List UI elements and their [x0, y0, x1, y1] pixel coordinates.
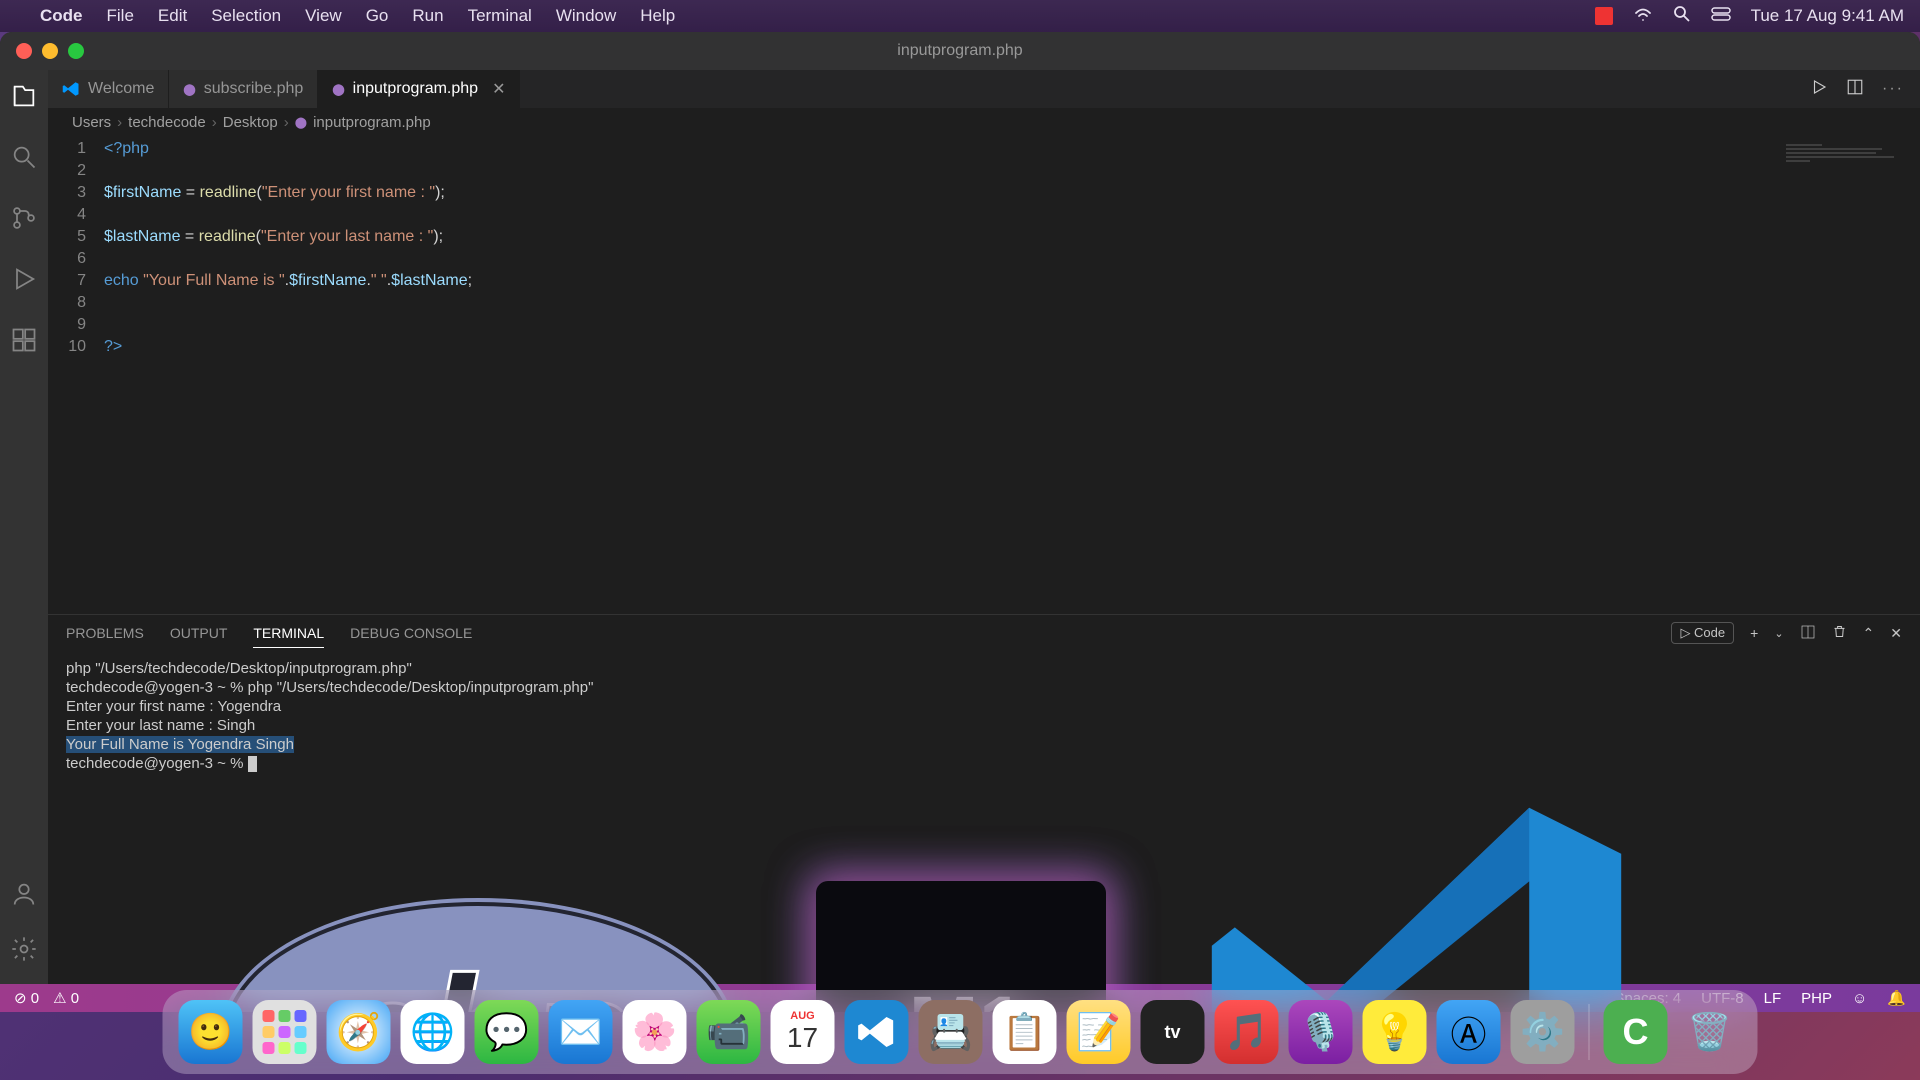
menu-terminal[interactable]: Terminal — [468, 6, 532, 26]
search-icon[interactable] — [10, 143, 38, 176]
menu-file[interactable]: File — [107, 6, 134, 26]
source-control-icon[interactable] — [10, 204, 38, 237]
accounts-icon[interactable] — [10, 880, 38, 913]
new-terminal-icon[interactable]: + — [1750, 625, 1758, 641]
code-content[interactable]: <?php $firstName = readline("Enter your … — [104, 136, 1920, 614]
run-debug-icon[interactable] — [10, 265, 38, 298]
php-file-icon: ⬤ — [332, 83, 344, 96]
dock-finder[interactable]: 🙂 — [179, 1000, 243, 1064]
more-actions-icon[interactable]: ··· — [1882, 80, 1904, 98]
terminal-output[interactable]: php "/Users/techdecode/Desktop/inputprog… — [48, 651, 1920, 984]
dock-settings[interactable]: ⚙️ — [1511, 1000, 1575, 1064]
vscode-icon — [62, 80, 80, 98]
menu-run[interactable]: Run — [412, 6, 443, 26]
extensions-icon[interactable] — [10, 326, 38, 359]
vscode-window: inputprogram.php Welcome ⬤ — [0, 32, 1920, 1012]
tab-welcome[interactable]: Welcome — [48, 70, 169, 108]
window-titlebar: inputprogram.php — [0, 32, 1920, 70]
dock-launchpad[interactable] — [253, 1000, 317, 1064]
breadcrumb-segment[interactable]: Users — [72, 114, 111, 131]
macos-dock: 🙂 🧭 🌐 💬 ✉️ 🌸 📹 AUG17 📇 📋 📝 tv 🎵 🎙️ 💡 Ⓐ ⚙… — [163, 990, 1758, 1074]
maximize-window-button[interactable] — [68, 43, 84, 59]
menu-help[interactable]: Help — [640, 6, 675, 26]
split-terminal-icon[interactable] — [1800, 624, 1816, 643]
terminal-launcher[interactable]: ▷ Code — [1671, 622, 1734, 644]
status-eol[interactable]: LF — [1764, 990, 1782, 1007]
dock-mail[interactable]: ✉️ — [549, 1000, 613, 1064]
menu-app[interactable]: Code — [40, 6, 83, 26]
macos-menubar: Code File Edit Selection View Go Run Ter… — [0, 0, 1920, 32]
minimize-window-button[interactable] — [42, 43, 58, 59]
menu-selection[interactable]: Selection — [211, 6, 281, 26]
menu-go[interactable]: Go — [366, 6, 389, 26]
status-errors[interactable]: ⊘ 0 — [14, 989, 39, 1007]
dock-reminders[interactable]: 📋 — [993, 1000, 1057, 1064]
close-window-button[interactable] — [16, 43, 32, 59]
dock-safari[interactable]: 🧭 — [327, 1000, 391, 1064]
breadcrumb-segment[interactable]: Desktop — [223, 114, 278, 131]
window-title: inputprogram.php — [897, 42, 1022, 60]
bottom-panel: PROBLEMS OUTPUT TERMINAL DEBUG CONSOLE ▷… — [48, 614, 1920, 984]
menu-view[interactable]: View — [305, 6, 342, 26]
dock-photos[interactable]: 🌸 — [623, 1000, 687, 1064]
status-feedback-icon[interactable]: ☺ — [1852, 990, 1867, 1007]
dock-podcasts[interactable]: 🎙️ — [1289, 1000, 1353, 1064]
run-file-icon[interactable] — [1810, 78, 1828, 101]
dock-appstore[interactable]: Ⓐ — [1437, 1000, 1501, 1064]
menu-edit[interactable]: Edit — [158, 6, 187, 26]
close-panel-icon[interactable]: ✕ — [1890, 625, 1902, 642]
breadcrumb-segment[interactable]: techdecode — [128, 114, 206, 131]
control-center-icon[interactable] — [1711, 6, 1731, 26]
dock-facetime[interactable]: 📹 — [697, 1000, 761, 1064]
terminal-dropdown-icon[interactable]: ⌄ — [1774, 627, 1783, 640]
status-language[interactable]: PHP — [1801, 990, 1832, 1007]
recording-indicator-icon[interactable] — [1595, 7, 1613, 25]
dock-camtasia[interactable]: C — [1604, 1000, 1668, 1064]
tab-subscribe[interactable]: ⬤ subscribe.php — [169, 70, 318, 108]
tab-label: Welcome — [88, 80, 154, 98]
dock-trash[interactable]: 🗑️ — [1678, 1000, 1742, 1064]
breadcrumb-segment[interactable]: inputprogram.php — [313, 114, 431, 131]
kill-terminal-icon[interactable] — [1832, 624, 1847, 642]
tab-label: inputprogram.php — [353, 80, 478, 98]
explorer-icon[interactable] — [10, 82, 38, 115]
settings-gear-icon[interactable] — [10, 935, 38, 968]
maximize-panel-icon[interactable]: ⌃ — [1863, 625, 1875, 642]
dock-calendar[interactable]: AUG17 — [771, 1000, 835, 1064]
dock-vscode[interactable] — [845, 1000, 909, 1064]
breadcrumb[interactable]: Users› techdecode› Desktop› ⬤ inputprogr… — [48, 108, 1920, 136]
dock-notes[interactable]: 📝 — [1067, 1000, 1131, 1064]
close-tab-icon[interactable]: ✕ — [492, 79, 505, 99]
menu-window[interactable]: Window — [556, 6, 616, 26]
split-editor-icon[interactable] — [1846, 78, 1864, 101]
panel-tab-problems[interactable]: PROBLEMS — [66, 619, 144, 647]
tab-inputprogram[interactable]: ⬤ inputprogram.php ✕ — [318, 70, 520, 108]
dock-tips[interactable]: 💡 — [1363, 1000, 1427, 1064]
php-file-icon: ⬤ — [183, 83, 195, 96]
spotlight-icon[interactable] — [1673, 5, 1691, 28]
panel-tab-debug[interactable]: DEBUG CONSOLE — [350, 619, 472, 647]
dock-messages[interactable]: 💬 — [475, 1000, 539, 1064]
tab-label: subscribe.php — [204, 80, 304, 98]
wifi-icon[interactable] — [1633, 6, 1653, 27]
clock[interactable]: Tue 17 Aug 9:41 AM — [1751, 6, 1904, 26]
status-bell-icon[interactable]: 🔔 — [1887, 989, 1906, 1007]
terminal-cursor — [248, 756, 257, 772]
dock-tv[interactable]: tv — [1141, 1000, 1205, 1064]
minimap[interactable] — [1786, 144, 1906, 194]
panel-tab-terminal[interactable]: TERMINAL — [253, 619, 324, 648]
vscode-logo-icon — [1198, 731, 1658, 1012]
dock-contacts[interactable]: 📇 — [919, 1000, 983, 1064]
line-numbers: 12345678910 — [48, 136, 104, 614]
dock-music[interactable]: 🎵 — [1215, 1000, 1279, 1064]
dock-chrome[interactable]: 🌐 — [401, 1000, 465, 1064]
panel-tab-output[interactable]: OUTPUT — [170, 619, 228, 647]
code-editor[interactable]: 12345678910 <?php $firstName = readline(… — [48, 136, 1920, 614]
editor-tabs: Welcome ⬤ subscribe.php ⬤ inputprogram.p… — [48, 70, 1920, 108]
activity-bar — [0, 70, 48, 984]
status-warnings[interactable]: ⚠ 0 — [53, 989, 79, 1007]
